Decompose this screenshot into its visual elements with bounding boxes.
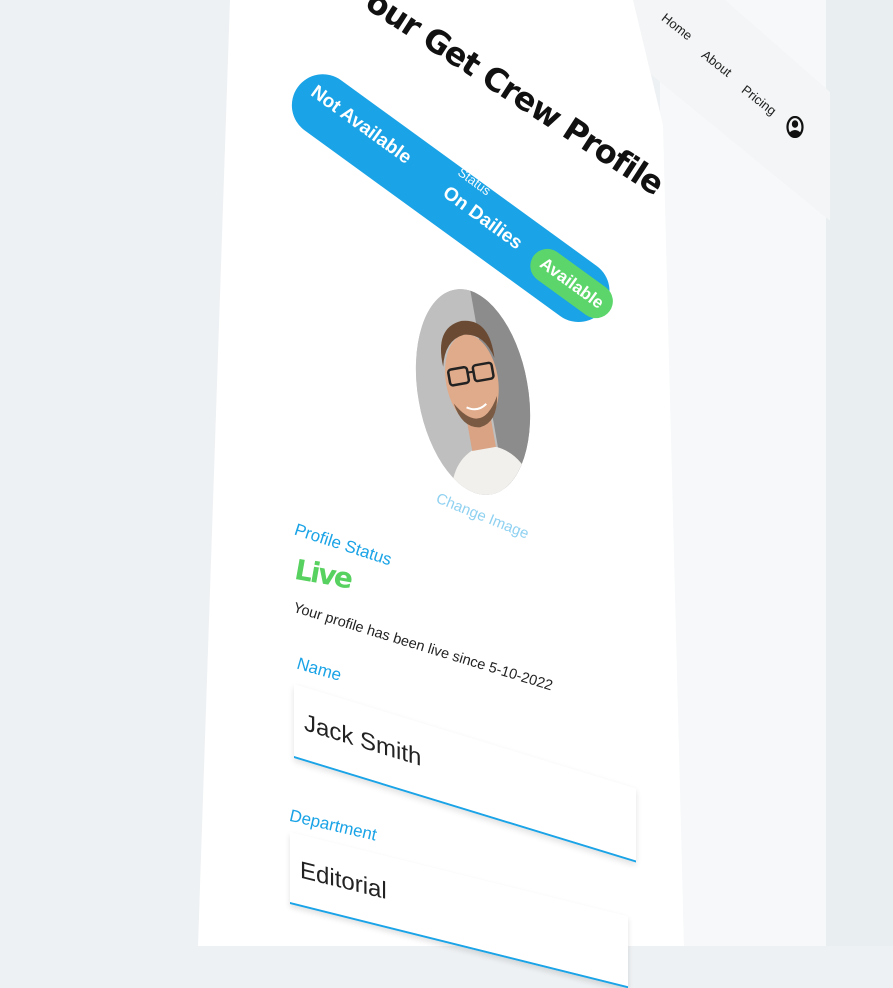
right-background-shade [826,0,893,946]
user-circle-icon[interactable] [786,115,804,139]
